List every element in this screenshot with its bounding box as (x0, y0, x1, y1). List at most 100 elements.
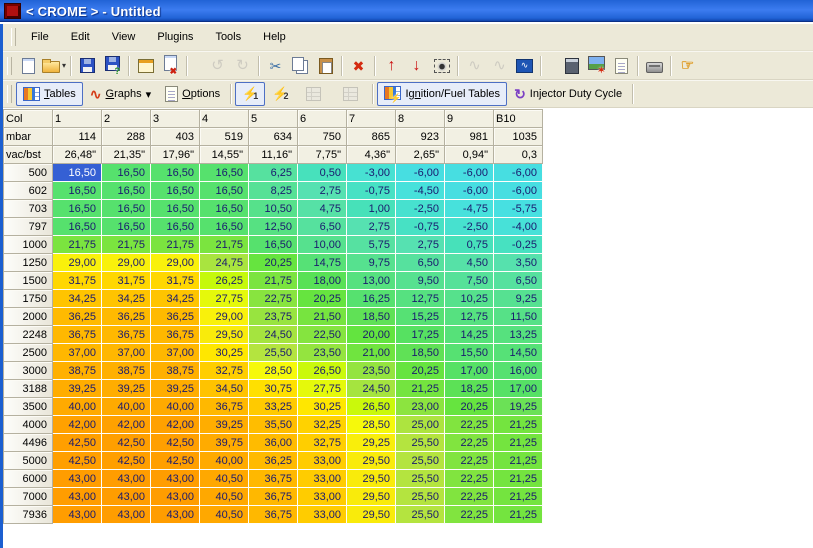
grid-cell[interactable]: 16,50 (102, 218, 151, 236)
grid-cell[interactable]: 38,75 (102, 362, 151, 380)
grid-cell[interactable]: 6,50 (298, 218, 347, 236)
grid-cell[interactable]: 36,25 (53, 308, 102, 326)
rpm-row-header[interactable]: 1750 (4, 290, 53, 308)
grid-cell[interactable]: 36,25 (249, 452, 298, 470)
grid-cell[interactable]: 20,25 (298, 290, 347, 308)
col-header-3[interactable]: 3 (151, 110, 200, 128)
grid-cell[interactable]: 31,75 (53, 272, 102, 290)
grid-cell[interactable]: 23,00 (396, 398, 445, 416)
options-button[interactable]: Options (158, 82, 227, 106)
graphs-button[interactable]: ∿Graphs▾ (83, 82, 158, 106)
grid-cell[interactable]: 21,25 (494, 416, 543, 434)
rpm-row-header[interactable]: 1250 (4, 254, 53, 272)
close-file-button[interactable]: ✖ (158, 54, 183, 78)
grid-cell[interactable]: 14,75 (298, 254, 347, 272)
rpm-row-header[interactable]: 602 (4, 182, 53, 200)
rpm-row-header[interactable]: 5000 (4, 452, 53, 470)
grid-cell[interactable]: 36,25 (102, 308, 151, 326)
grid-cell[interactable]: 43,00 (102, 488, 151, 506)
grid-cell[interactable]: 23,75 (249, 308, 298, 326)
grid-cell[interactable]: 22,25 (445, 506, 494, 524)
menu-view[interactable]: View (101, 27, 147, 47)
grid-cell[interactable]: 36,00 (249, 434, 298, 452)
grid-cell[interactable]: 23,50 (347, 362, 396, 380)
grid-cell[interactable]: 21,75 (53, 236, 102, 254)
grid-cell[interactable]: 27,75 (298, 380, 347, 398)
grid-cell[interactable]: 21,25 (494, 452, 543, 470)
grid-cell[interactable]: 21,25 (494, 470, 543, 488)
grid-cell[interactable]: 8,25 (249, 182, 298, 200)
grid-cell[interactable]: -4,00 (494, 218, 543, 236)
copy-button[interactable] (288, 54, 313, 78)
grid-cell[interactable]: 42,00 (53, 416, 102, 434)
grid-cell[interactable]: -4,50 (396, 182, 445, 200)
grid-cell[interactable]: 12,75 (396, 290, 445, 308)
grid-cell[interactable]: 16,25 (347, 290, 396, 308)
grid-cell[interactable]: -4,75 (445, 200, 494, 218)
menu-plugins[interactable]: Plugins (146, 27, 204, 47)
open-file-button[interactable]: ▾ (41, 54, 67, 78)
grid-cell[interactable]: 34,25 (102, 290, 151, 308)
grid-cell[interactable]: 40,00 (102, 398, 151, 416)
grid-cell[interactable]: 22,25 (445, 416, 494, 434)
grid-cell[interactable]: 18,50 (347, 308, 396, 326)
grid-cell[interactable]: 16,50 (53, 182, 102, 200)
grid-cell[interactable]: 29,00 (102, 254, 151, 272)
grid-cell[interactable]: 21,25 (494, 506, 543, 524)
grid-cell[interactable]: 24,50 (249, 326, 298, 344)
delete-button[interactable]: ✖ (346, 54, 371, 78)
grid-cell[interactable]: 16,50 (249, 236, 298, 254)
grid-cell[interactable]: 10,00 (298, 236, 347, 254)
grid-cell[interactable]: 9,25 (494, 290, 543, 308)
grid-cell[interactable]: 21,50 (298, 308, 347, 326)
grid-cell[interactable]: 17,25 (396, 326, 445, 344)
grid-cell[interactable]: 25,00 (396, 416, 445, 434)
grid-cell[interactable]: 16,50 (200, 218, 249, 236)
col-header-6[interactable]: 6 (298, 110, 347, 128)
grid-cell[interactable]: 15,25 (396, 308, 445, 326)
grid-cell[interactable]: -6,00 (445, 164, 494, 182)
grid-cell[interactable]: 1,00 (347, 200, 396, 218)
grid-cell[interactable]: 37,00 (102, 344, 151, 362)
grid-cell[interactable]: -3,00 (347, 164, 396, 182)
fuel-table-1-button[interactable]: ⚡1 (235, 82, 265, 106)
grid-cell[interactable]: 16,50 (151, 218, 200, 236)
grid-cell[interactable]: 29,50 (347, 506, 396, 524)
grid-cell[interactable]: 21,00 (347, 344, 396, 362)
grid-cell[interactable]: 30,75 (249, 380, 298, 398)
grid-cell[interactable]: 16,50 (102, 182, 151, 200)
grid-cell[interactable]: 10,50 (249, 200, 298, 218)
menu-file[interactable]: File (20, 27, 60, 47)
grid-cell[interactable]: 29,50 (200, 326, 249, 344)
rpm-row-header[interactable]: 4496 (4, 434, 53, 452)
rpm-row-header[interactable]: 797 (4, 218, 53, 236)
grid-cell[interactable]: 6,25 (249, 164, 298, 182)
rpm-row-header[interactable]: 3500 (4, 398, 53, 416)
rpm-row-header[interactable]: 1000 (4, 236, 53, 254)
grid-cell[interactable]: 39,25 (102, 380, 151, 398)
grid-cell[interactable]: 29,50 (347, 470, 396, 488)
injector-duty-button[interactable]: ↻Injector Duty Cycle (507, 82, 629, 106)
grid-cell[interactable]: 3,50 (494, 254, 543, 272)
col-header-9[interactable]: 9 (445, 110, 494, 128)
paste-button[interactable] (313, 54, 338, 78)
grid-cell[interactable]: 39,75 (200, 434, 249, 452)
grid-cell[interactable]: 36,25 (151, 308, 200, 326)
grid-cell[interactable]: 36,75 (53, 326, 102, 344)
notes-button[interactable] (609, 54, 634, 78)
grid-cell[interactable]: 33,00 (298, 506, 347, 524)
grid-cell[interactable]: 16,50 (102, 200, 151, 218)
grid-cell[interactable]: 43,00 (151, 506, 200, 524)
grid-cell[interactable]: 36,75 (102, 326, 151, 344)
grid-cell[interactable]: 29,25 (347, 434, 396, 452)
grid-cell[interactable]: 15,50 (445, 344, 494, 362)
grid-cell[interactable]: 26,50 (347, 398, 396, 416)
grid-cell[interactable]: 5,75 (347, 236, 396, 254)
grid-cell[interactable]: 6,50 (396, 254, 445, 272)
grid-cell[interactable]: 2,75 (396, 236, 445, 254)
grid-cell[interactable]: 42,50 (102, 452, 151, 470)
grid-cell[interactable]: 39,25 (200, 416, 249, 434)
menu-edit[interactable]: Edit (60, 27, 101, 47)
grid-cell[interactable]: 32,75 (200, 362, 249, 380)
grid-cell[interactable]: 21,25 (396, 380, 445, 398)
